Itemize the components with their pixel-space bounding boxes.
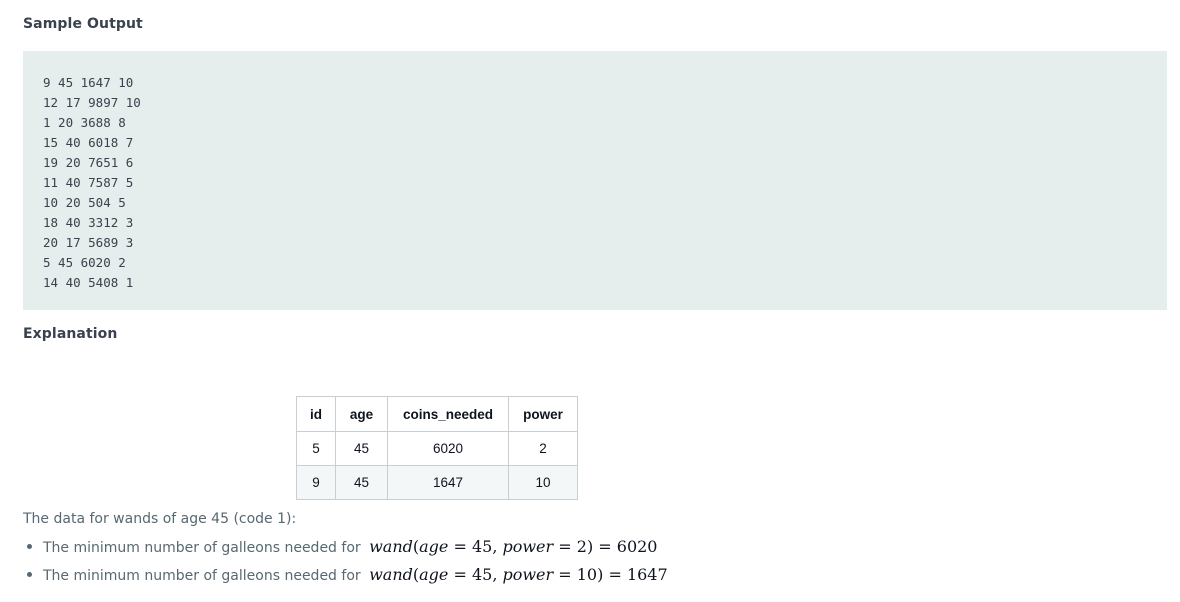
table-header-row: id age coins_needed power [296,396,578,432]
math-result: 1647 [626,565,668,584]
cell-power: 10 [508,465,578,500]
table-row: 5 45 6020 2 [296,431,578,466]
code-line: 12 17 9897 10 [43,95,141,110]
code-line: 19 20 7651 6 [43,155,134,170]
bullet-text: The minimum number of galleons needed fo… [43,540,361,556]
table-row: 9 45 1647 10 [296,465,578,500]
bullet-dot-icon [27,572,32,577]
cell-coins-needed: 1647 [387,465,509,500]
math-result: 6020 [616,537,658,556]
bullet-dot-icon [27,544,32,549]
math-arg: age [419,537,449,556]
cell-coins-needed: 6020 [387,431,509,466]
code-line: 11 40 7587 5 [43,175,134,190]
header-coins-needed: coins_needed [387,396,509,432]
cell-id: 5 [296,431,336,466]
wands-table: id age coins_needed power 5 45 6020 2 9 … [296,396,578,500]
cell-id: 9 [296,465,336,500]
cell-age: 45 [335,465,388,500]
explanation-heading: Explanation [23,326,118,342]
explanation-bullet-list: The minimum number of galleons needed fo… [23,536,668,592]
bullet-text: The minimum number of galleons needed fo… [43,568,361,584]
explanation-paragraph: The data for wands of age 45 (code 1): [23,511,297,527]
math-arg: power [502,565,554,584]
code-line: 9 45 1647 10 [43,75,134,90]
sample-output-heading: Sample Output [23,16,143,32]
header-power: power [508,396,578,432]
code-line: 1 20 3688 8 [43,115,126,130]
math-arg: power [502,537,554,556]
cell-age: 45 [335,431,388,466]
cell-power: 2 [508,431,578,466]
math-value: 10 [576,565,598,584]
math-expression: wand(age = 45, power = 2) = 6020 [369,537,658,556]
header-age: age [335,396,388,432]
list-item: The minimum number of galleons needed fo… [23,564,668,592]
list-item: The minimum number of galleons needed fo… [23,536,668,564]
code-line: 14 40 5408 1 [43,275,134,290]
code-line: 10 20 504 5 [43,195,126,210]
math-value: 2 [576,537,587,556]
math-function: wand [369,565,413,584]
code-line: 5 45 6020 2 [43,255,126,270]
code-line: 18 40 3312 3 [43,215,134,230]
code-line: 20 17 5689 3 [43,235,134,250]
math-function: wand [369,537,413,556]
math-value: 45 [471,565,493,584]
math-arg: age [419,565,449,584]
sample-output-code-block: 9 45 1647 10 12 17 9897 10 1 20 3688 8 1… [23,51,1167,310]
code-line: 15 40 6018 7 [43,135,134,150]
header-id: id [296,396,336,432]
math-expression: wand(age = 45, power = 10) = 1647 [369,565,668,584]
math-value: 45 [471,537,493,556]
